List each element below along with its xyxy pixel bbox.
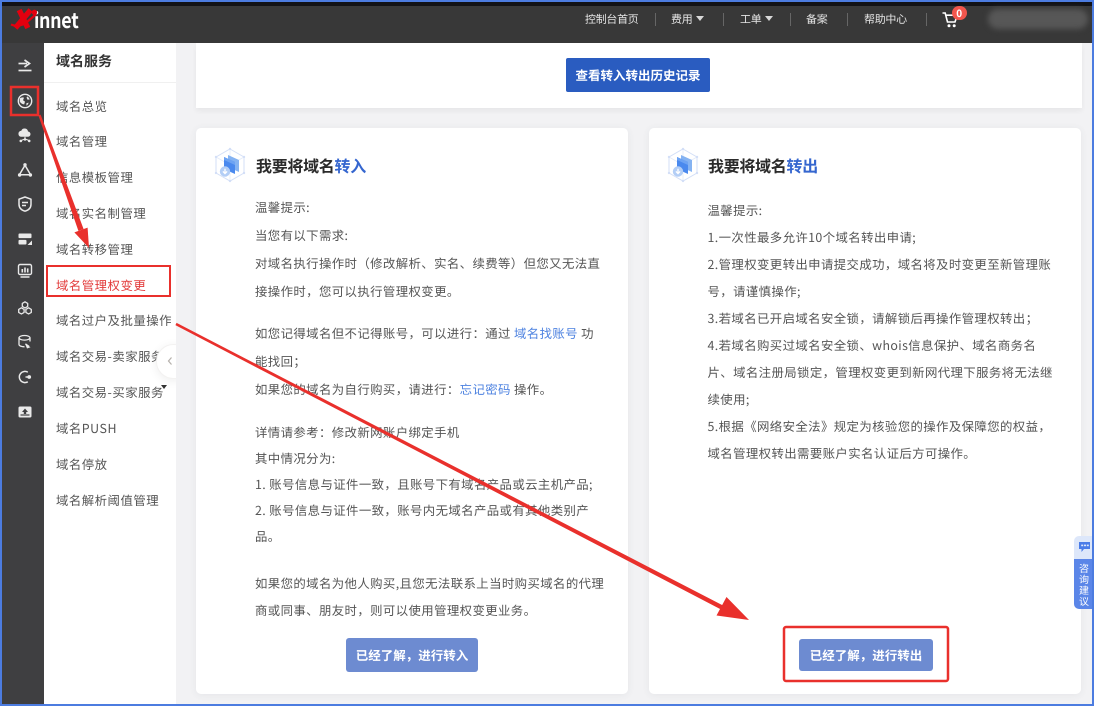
svg-text:innet: innet [34,3,79,34]
